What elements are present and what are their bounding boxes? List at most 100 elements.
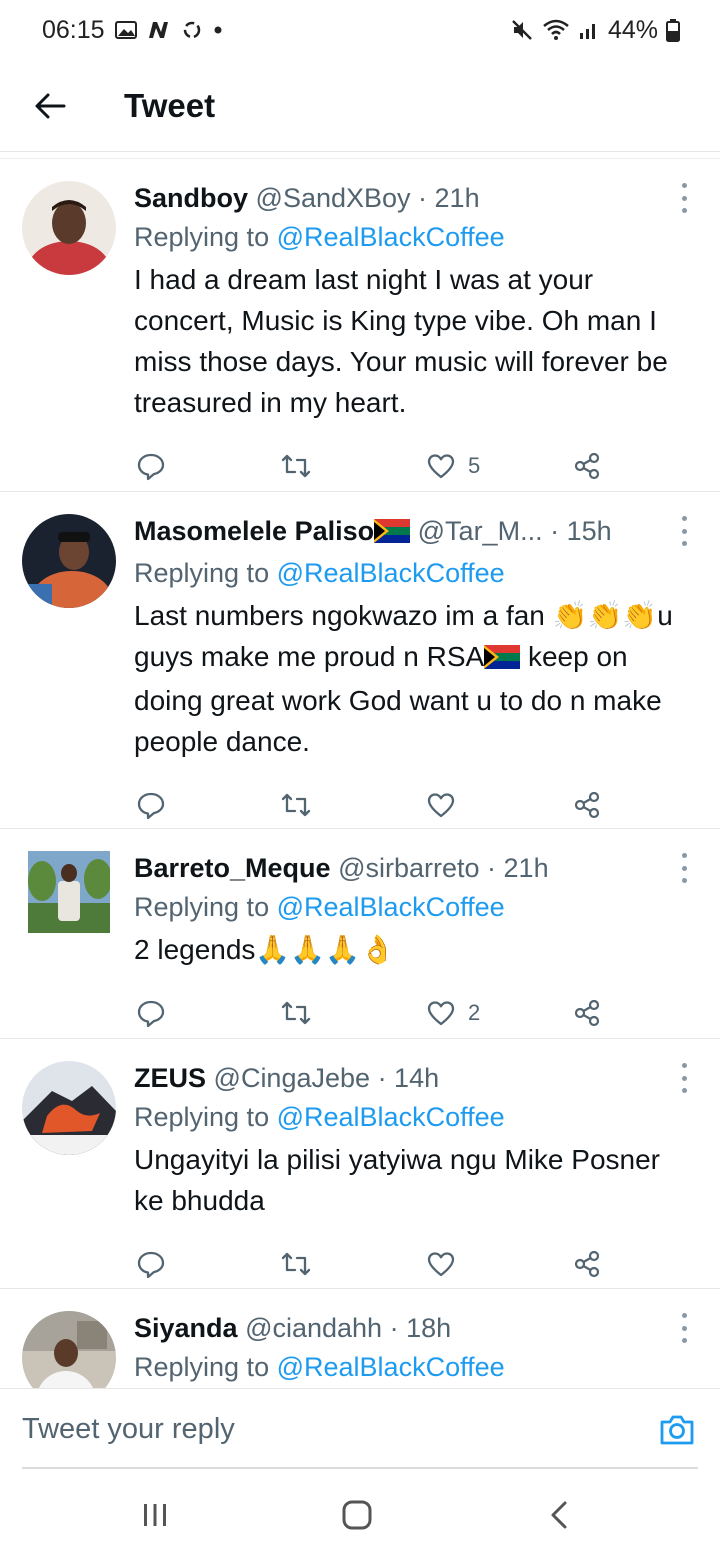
like-button[interactable]: 2 xyxy=(426,999,480,1027)
composer-underline xyxy=(22,1467,698,1469)
more-options-button[interactable] xyxy=(674,1313,694,1343)
more-options-button[interactable] xyxy=(674,516,694,546)
avatar[interactable] xyxy=(22,514,116,608)
retweet-button[interactable] xyxy=(280,998,312,1028)
replying-handle-link[interactable]: @RealBlackCoffee xyxy=(277,222,505,252)
reply-icon xyxy=(137,453,165,481)
retweet-icon xyxy=(281,454,311,478)
author-name[interactable]: ZEUS xyxy=(134,1063,206,1093)
author-handle[interactable]: @SandXBoy xyxy=(256,183,411,213)
recents-button[interactable] xyxy=(120,1480,190,1550)
replying-handle-link[interactable]: @RealBlackCoffee xyxy=(277,1102,505,1132)
reply-button[interactable] xyxy=(136,451,166,481)
heart-icon xyxy=(427,793,455,818)
reply-button[interactable] xyxy=(136,998,166,1028)
like-count: 5 xyxy=(468,453,481,478)
avatar[interactable] xyxy=(22,181,116,275)
avatar[interactable] xyxy=(22,1061,116,1155)
share-button[interactable] xyxy=(572,790,602,820)
more-options-button[interactable] xyxy=(674,853,694,883)
replying-handle-link[interactable]: @RealBlackCoffee xyxy=(277,1352,505,1382)
share-button[interactable] xyxy=(572,451,602,481)
replying-label: Replying to xyxy=(134,1102,270,1132)
back-button[interactable] xyxy=(20,76,80,136)
battery-icon xyxy=(666,18,680,42)
tweet-item[interactable]: Barreto_Meque @sirbarreto · 21h Replying… xyxy=(0,829,720,1039)
tweet-item[interactable]: ZEUS @CingaJebe · 14h Replying to @RealB… xyxy=(0,1039,720,1289)
back-icon xyxy=(551,1501,567,1529)
replies-feed[interactable]: Sandboy @SandXBoy · 21h Replying to @Rea… xyxy=(0,158,720,1388)
retweet-icon xyxy=(281,1252,311,1276)
south-africa-flag-icon xyxy=(484,639,521,680)
gallery-icon xyxy=(114,20,137,40)
signal-icon xyxy=(578,19,600,41)
home-icon xyxy=(342,1500,372,1530)
author-name[interactable]: Masomelele Paliso xyxy=(134,516,374,546)
replying-label: Replying to xyxy=(134,892,270,922)
replying-to: Replying to @RealBlackCoffee xyxy=(134,887,690,927)
tweet-item[interactable]: Siyanda @ciandahh · 18h Replying to @Rea… xyxy=(0,1289,720,1388)
reply-button[interactable] xyxy=(136,1249,166,1279)
mute-icon xyxy=(510,18,534,42)
retweet-button[interactable] xyxy=(280,1249,312,1279)
system-back-button[interactable] xyxy=(524,1480,594,1550)
tweet-header: Siyanda @ciandahh · 18h xyxy=(134,1309,690,1347)
replying-handle-link[interactable]: @RealBlackCoffee xyxy=(277,558,505,588)
tweet-text: Ungayityi la pilisi yatyiwa ngu Mike Pos… xyxy=(134,1144,660,1216)
reply-button[interactable] xyxy=(136,790,166,820)
like-button[interactable]: 5 xyxy=(426,452,480,480)
replying-to: Replying to @RealBlackCoffee xyxy=(134,553,690,593)
heart-icon xyxy=(427,1001,455,1026)
top-header: Tweet xyxy=(0,60,720,152)
tweet-header: ZEUS @CingaJebe · 14h xyxy=(134,1059,690,1097)
like-button[interactable] xyxy=(426,791,468,819)
retweet-button[interactable] xyxy=(280,451,312,481)
camera-button[interactable] xyxy=(658,1411,696,1449)
status-bar: 06:15 44% xyxy=(0,0,720,60)
author-handle[interactable]: @ciandahh xyxy=(245,1313,382,1343)
home-button[interactable] xyxy=(322,1480,392,1550)
replying-to: Replying to @RealBlackCoffee xyxy=(134,1347,690,1387)
status-right: 44% xyxy=(510,16,680,45)
sync-icon xyxy=(181,19,203,41)
author-handle[interactable]: @CingaJebe xyxy=(214,1063,371,1093)
share-button[interactable] xyxy=(572,1249,602,1279)
tweet-time: · 21h xyxy=(487,853,549,883)
more-options-button[interactable] xyxy=(674,1063,694,1093)
author-handle[interactable]: @Tar_M... xyxy=(418,516,543,546)
tweet-text: Last numbers ngokwazo im a fan 👏👏👏u guys… xyxy=(134,595,690,762)
author-name[interactable]: Barreto_Meque xyxy=(134,853,331,883)
dot-icon xyxy=(213,25,223,35)
reply-composer xyxy=(0,1388,720,1469)
heart-icon xyxy=(427,1252,455,1277)
battery-percent: 44% xyxy=(607,15,658,44)
arrow-left-icon xyxy=(35,93,66,118)
tweet-item[interactable]: Sandboy @SandXBoy · 21h Replying to @Rea… xyxy=(0,159,720,492)
n-icon xyxy=(147,20,171,40)
avatar[interactable] xyxy=(22,1311,116,1388)
share-icon xyxy=(574,791,600,819)
status-left: 06:15 xyxy=(42,16,223,45)
like-count: 2 xyxy=(468,1000,481,1025)
tweet-item[interactable]: Masomelele Paliso @Tar_M... · 15h Replyi… xyxy=(0,492,720,829)
retweet-button[interactable] xyxy=(280,790,312,820)
tweet-time: · 18h xyxy=(389,1313,452,1343)
avatar[interactable] xyxy=(28,851,110,933)
share-icon xyxy=(574,452,600,480)
south-africa-flag-icon xyxy=(374,515,411,553)
more-options-button[interactable] xyxy=(674,183,694,213)
reply-icon xyxy=(137,1000,165,1028)
tweet-time: · 15h xyxy=(550,516,612,546)
share-button[interactable] xyxy=(572,998,602,1028)
author-handle[interactable]: @sirbarreto xyxy=(338,853,479,883)
replying-handle-link[interactable]: @RealBlackCoffee xyxy=(277,892,505,922)
recents-icon xyxy=(144,1504,166,1526)
tweet-header: Masomelele Paliso @Tar_M... · 15h xyxy=(134,512,690,553)
replying-label: Replying to xyxy=(134,1352,270,1382)
tweet-header: Barreto_Meque @sirbarreto · 21h xyxy=(134,849,690,887)
reply-input[interactable] xyxy=(22,1389,622,1469)
author-name[interactable]: Sandboy xyxy=(134,183,248,213)
status-time: 06:15 xyxy=(42,15,105,44)
like-button[interactable] xyxy=(426,1250,468,1278)
author-name[interactable]: Siyanda xyxy=(134,1313,238,1343)
